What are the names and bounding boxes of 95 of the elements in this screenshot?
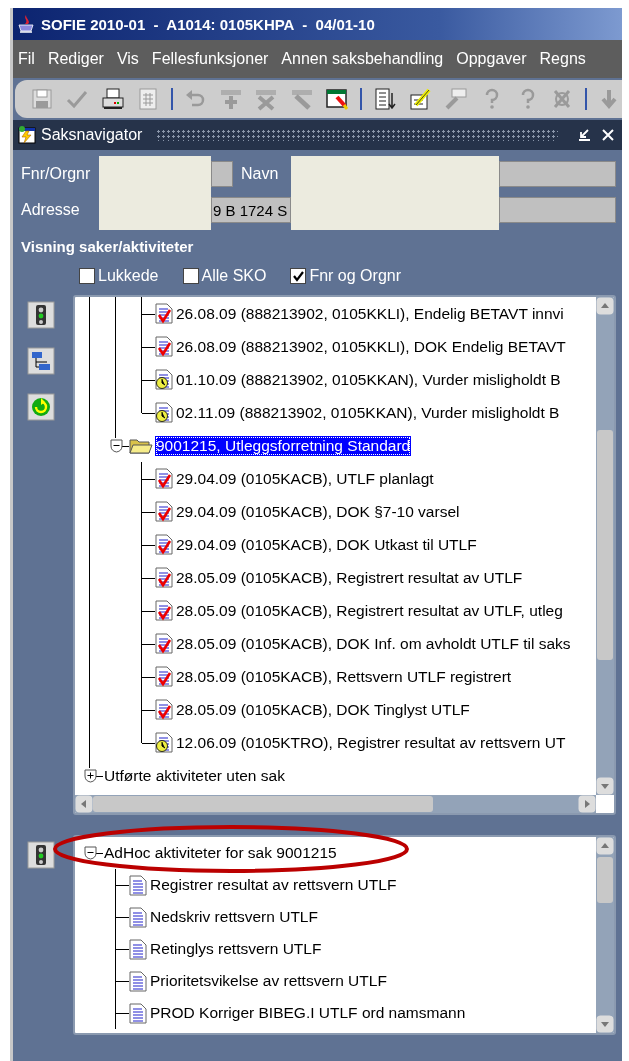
activity-item[interactable]: 28.05.09 (0105KACB), DOK Inf. om avholdt UTLF til saks [175,633,572,654]
horizontal-scrollbar[interactable] [75,795,596,813]
activity-item[interactable]: 02.11.09 (888213902, 0105KKAN), Vurder misligholdt B [175,402,561,423]
tree-line [122,445,129,447]
folder-icon [129,436,153,455]
input-field[interactable] [211,161,233,187]
document-icon [129,970,147,992]
checked-document-icon [155,303,173,324]
note-button[interactable] [407,86,433,112]
clock-document-icon [155,402,173,423]
menu-item[interactable]: Fil [18,50,35,68]
menu-item[interactable]: Oppgaver [456,50,527,68]
window-button[interactable] [324,86,351,112]
input-field[interactable]: 9 B 1724 S [211,197,291,223]
activity-item[interactable]: 28.05.09 (0105KACB), Rettsvern UTLF registrert [175,666,513,687]
close-button[interactable] [600,127,616,143]
document-icon [129,938,147,960]
navigator-icon [17,125,37,145]
scroll-up-icon[interactable] [596,837,614,855]
field-label: Adresse [21,201,81,219]
scroll-thumb[interactable] [93,796,433,812]
activity-item[interactable]: 28.05.09 (0105KACB), Registrert resultat av UTLF [175,567,524,588]
checked-document-icon [155,699,173,720]
task-item[interactable]: Retinglys rettsvern UTLF [149,939,323,959]
activity-item[interactable]: 29.04.09 (0105KACB), UTLF planlagt [175,468,435,489]
print-button[interactable] [99,86,126,112]
activity-item[interactable]: 26.08.09 (888213902, 0105KKLI), DOK Endelig BETAVT [175,336,567,357]
task-item[interactable]: PROD Korriger BIBEG.I UTLF ord namsmann [149,1003,467,1023]
checkbox[interactable] [290,268,307,284]
tree-line [96,775,103,777]
checked-document-icon [155,468,173,489]
checked-document-icon [155,600,173,621]
activity-item[interactable]: 29.04.09 (0105KACB), DOK §7-10 varsel [175,501,461,522]
clock-document-icon [155,732,173,753]
section-title: Visning saker/aktiviteter [21,238,195,255]
window-title: SOFIE 2010-01 - A1014: 0105KHPA - 04/01-10 [41,15,375,33]
menu-item[interactable]: Regns [539,50,586,68]
input-field[interactable] [499,161,616,187]
activity-item[interactable]: 28.05.09 (0105KACB), DOK Tinglyst UTLF [175,699,471,720]
task-item[interactable]: Nedskriv rettsvern UTLF [149,907,319,927]
expander-icon[interactable] [83,768,97,783]
group-item[interactable]: Utførte aktiviteter uten sak [103,765,286,786]
tree-line [96,853,103,854]
task-item[interactable]: Prioritetsvikelse av rettsvern UTLF [149,971,388,991]
scroll-right-icon[interactable] [578,795,596,813]
expander-icon[interactable] [109,438,123,453]
vertical-scrollbar[interactable] [596,837,614,1033]
restore-button[interactable] [576,127,592,143]
checked-document-icon [155,336,173,357]
checkbox-label[interactable]: Alle SKO [201,267,267,285]
menu-item[interactable]: Fellesfunksjoner [151,50,269,68]
checkbox[interactable] [182,268,199,284]
document-icon [129,906,147,928]
checked-document-icon [155,633,173,654]
activity-item[interactable]: 12.06.09 (0105KTRO), Registrer resultat av rettsvern UT [175,732,567,753]
activity-item[interactable]: 29.04.09 (0105KACB), DOK Utkast til UTLF [175,534,478,555]
toolbar-separator [360,88,362,110]
case-item[interactable]: 9001215, Utleggsforretning Standard [155,435,412,456]
task-item[interactable]: Registrer resultat av rettsvern UTLF [149,875,398,895]
menu-item[interactable]: Annen saksbehandling [281,50,444,68]
document-icon [129,874,147,896]
toolbar-separator [584,88,587,110]
refresh-button[interactable] [27,393,55,421]
menu-item[interactable]: Rediger [47,50,104,68]
checked-document-icon [155,534,173,555]
traffic-light-button[interactable] [27,301,55,329]
checked-document-icon [155,501,173,522]
scroll-thumb[interactable] [597,430,613,660]
input-field[interactable] [499,197,616,223]
field-label: Fnr/Orgnr [21,165,92,183]
field-label: Navn [240,165,280,183]
scroll-down-icon[interactable] [596,777,614,795]
expander-icon[interactable] [83,846,97,860]
checkbox-label[interactable]: Fnr og Orgnr [309,267,401,285]
checked-document-icon [155,567,173,588]
flame-cup-icon [17,14,35,34]
scroll-down-icon[interactable] [596,1015,614,1033]
activity-item[interactable]: 26.08.09 (888213902, 0105KKLI), Endelig BETAVT innvi [175,303,565,324]
activity-item[interactable]: 01.10.09 (888213902, 0105KKAN), Vurder misligholdt B [175,369,562,390]
tree-structure-button[interactable] [27,347,55,375]
list-button[interactable] [372,86,398,112]
checkbox[interactable] [79,268,95,284]
clock-document-icon [155,369,173,390]
panel-title: Saksnavigator [41,126,143,144]
scroll-left-icon[interactable] [75,795,93,813]
checkbox-label[interactable]: Lukkede [98,267,159,285]
toolbar-separator [170,88,173,110]
vertical-scrollbar[interactable] [596,297,614,795]
checked-document-icon [155,666,173,687]
scroll-up-icon[interactable] [596,297,614,315]
document-icon [129,1002,147,1024]
menu-item[interactable]: Vis [116,50,139,68]
scroll-thumb[interactable] [597,857,613,903]
traffic-light-button[interactable] [27,841,55,869]
activity-item[interactable]: 28.05.09 (0105KACB), Registrert resultat av UTLF, utleg [175,600,564,621]
